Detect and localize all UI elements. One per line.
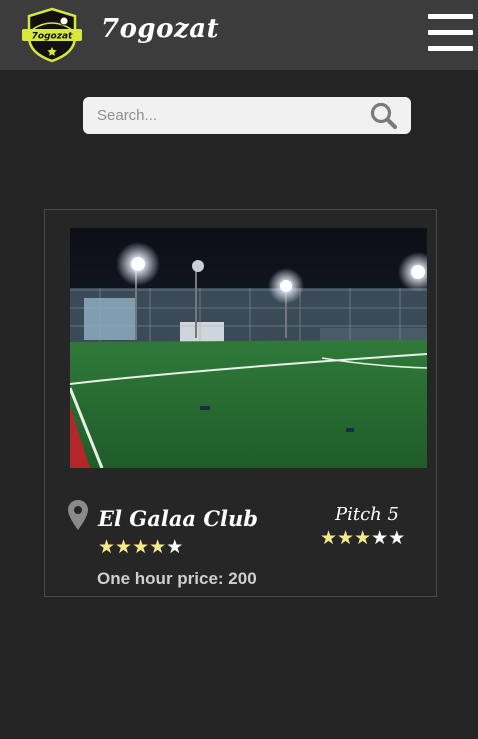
map-pin-icon bbox=[68, 500, 88, 530]
hour-price: One hour price: 200 bbox=[97, 569, 257, 588]
star-filled-icon: ★ bbox=[354, 527, 372, 549]
club-rating: ★★★★★ bbox=[98, 536, 183, 558]
menu-bar bbox=[428, 46, 473, 51]
search-icon[interactable] bbox=[369, 102, 399, 130]
club-card[interactable]: El Galaa Club ★★★★★ Pitch 5 ★★★★★ One ho… bbox=[44, 209, 437, 597]
star-empty-icon: ★ bbox=[371, 527, 389, 549]
logo-text: 7ogozat bbox=[32, 32, 73, 42]
star-filled-icon: ★ bbox=[320, 527, 338, 549]
football-shield-logo[interactable]: 7ogozat bbox=[19, 7, 85, 63]
pitch-photo[interactable] bbox=[70, 228, 427, 468]
pitch-label: Pitch 5 bbox=[335, 504, 399, 525]
star-empty-icon: ★ bbox=[388, 527, 406, 549]
menu-bar bbox=[428, 30, 473, 35]
app-header: 7ogozat 7ogozat bbox=[0, 0, 478, 70]
star-filled-icon: ★ bbox=[98, 536, 116, 558]
star-filled-icon: ★ bbox=[115, 536, 133, 558]
search-bar bbox=[83, 97, 411, 134]
menu-bar bbox=[428, 14, 473, 19]
star-filled-icon: ★ bbox=[149, 536, 167, 558]
app-title: 7ogozat bbox=[101, 14, 220, 44]
star-filled-icon: ★ bbox=[337, 527, 355, 549]
club-name-link[interactable]: El Galaa Club bbox=[98, 506, 258, 531]
search-input[interactable] bbox=[83, 97, 363, 134]
pitch-rating: ★★★★★ bbox=[320, 527, 405, 549]
star-empty-icon: ★ bbox=[166, 536, 184, 558]
hamburger-menu-icon[interactable] bbox=[428, 14, 473, 51]
star-filled-icon: ★ bbox=[132, 536, 150, 558]
